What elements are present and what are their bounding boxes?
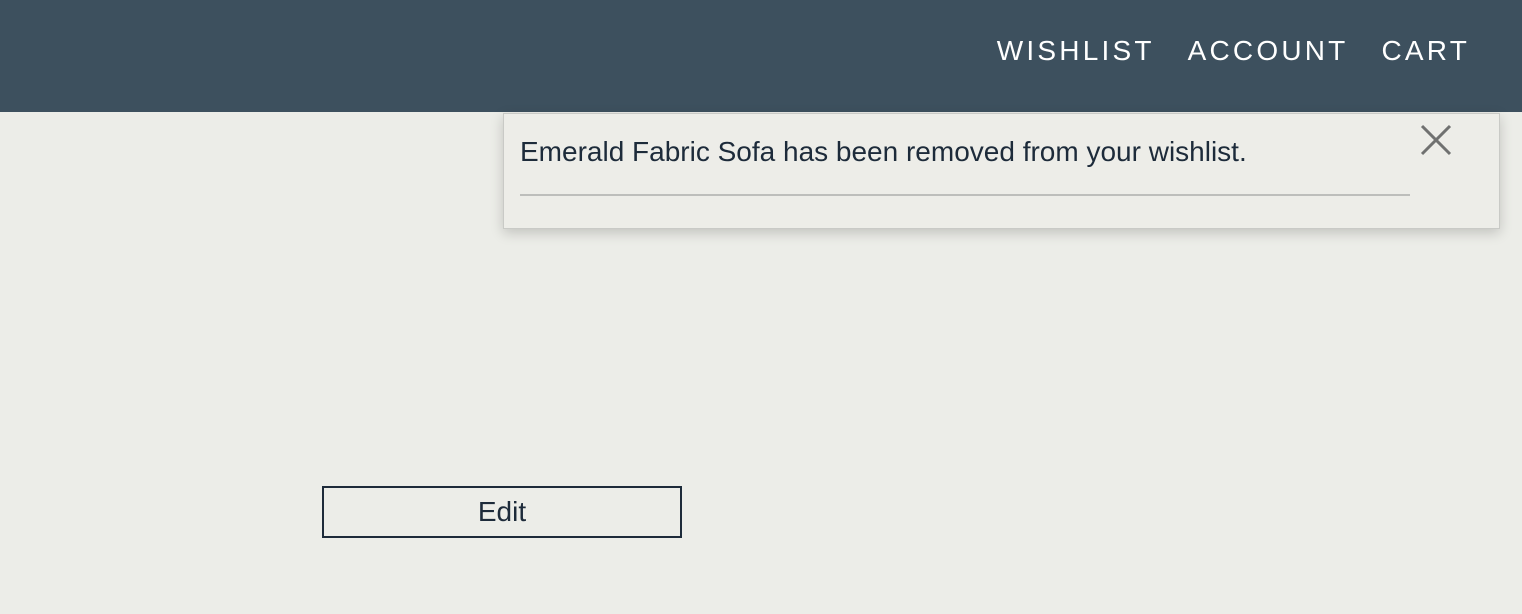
close-icon-glyph bbox=[1420, 124, 1452, 156]
nav-cart[interactable]: CART bbox=[1381, 33, 1470, 69]
top-bar: WISHLIST ACCOUNT CART bbox=[0, 0, 1522, 112]
header-nav: WISHLIST ACCOUNT CART bbox=[997, 33, 1470, 69]
notification-divider bbox=[520, 194, 1410, 196]
edit-button[interactable]: Edit bbox=[322, 486, 682, 538]
nav-account[interactable]: ACCOUNT bbox=[1188, 33, 1349, 69]
wishlist-notification: Emerald Fabric Sofa has been removed fro… bbox=[503, 113, 1500, 229]
close-icon[interactable] bbox=[1414, 120, 1458, 164]
notification-message: Emerald Fabric Sofa has been removed fro… bbox=[520, 136, 1247, 167]
nav-wishlist[interactable]: WISHLIST bbox=[997, 33, 1155, 69]
